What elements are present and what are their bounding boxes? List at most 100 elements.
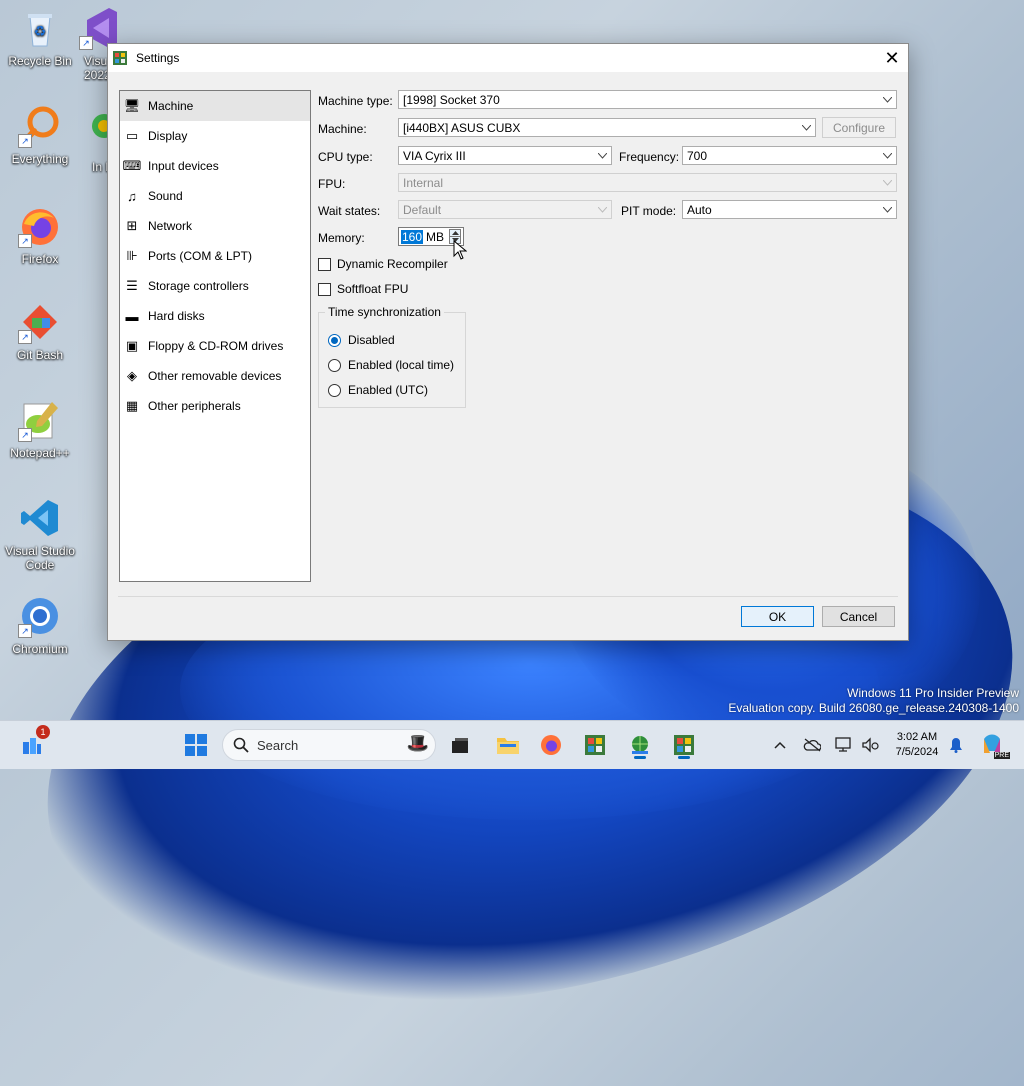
desktop-icon-in-do[interactable]: In Do: [78, 112, 108, 174]
network-app-taskbar-button[interactable]: [624, 729, 656, 761]
radio-selected-icon[interactable]: [328, 333, 341, 347]
nav-item-machine[interactable]: 🖥 Machine: [120, 91, 310, 121]
desktop-icon-label: Chromium: [12, 642, 68, 656]
onedrive-tray-button[interactable]: [798, 729, 826, 761]
chevron-down-icon: [881, 147, 893, 164]
desktop-icon-label: Firefox: [21, 252, 59, 266]
dynamic-recompiler-checkbox[interactable]: Dynamic Recompiler: [318, 257, 448, 271]
nav-item-other-peripherals[interactable]: ▦ Other peripherals: [120, 391, 310, 421]
desktop-icon-notepad-plus-plus[interactable]: ↗ Notepad++: [0, 398, 80, 460]
configure-button[interactable]: Configure: [822, 117, 896, 138]
machine-select[interactable]: [i440BX] ASUS CUBX: [398, 118, 816, 137]
nav-item-ports[interactable]: ⊪ Ports (COM & LPT): [120, 241, 310, 271]
softfloat-fpu-label: Softfloat FPU: [337, 282, 409, 296]
desktop-icon-recycle-bin[interactable]: ♻ Recycle Bin: [0, 6, 80, 68]
file-explorer-button[interactable]: [492, 729, 524, 761]
nav-item-label: Sound: [148, 189, 183, 203]
desktop-icon-vscode[interactable]: Visual Studio Code: [0, 496, 80, 572]
dynamic-recompiler-label: Dynamic Recompiler: [337, 257, 448, 271]
close-button[interactable]: ✕: [876, 44, 908, 72]
dialog-title: Settings: [136, 51, 180, 65]
nav-item-other-removable[interactable]: ◈ Other removable devices: [120, 361, 310, 391]
widgets-button[interactable]: 1: [16, 725, 50, 761]
frequency-label: Frequency:: [619, 150, 680, 164]
pit-mode-select[interactable]: Auto: [682, 200, 897, 219]
copilot-button[interactable]: PRE: [976, 729, 1010, 761]
cpu-type-value: VIA Cyrix III: [403, 148, 466, 163]
settings-category-list: 🖥 Machine ▭ Display ⌨ Input devices ♫ Sound …: [119, 90, 311, 582]
time-sync-utc-radio[interactable]: Enabled (UTC): [328, 383, 428, 397]
checkbox-box[interactable]: [318, 257, 331, 271]
shortcut-arrow-icon: ↗: [18, 624, 32, 638]
chevron-up-icon: [774, 741, 786, 749]
nav-item-display[interactable]: ▭ Display: [120, 121, 310, 151]
86box-manager-taskbar-button[interactable]: [579, 729, 611, 761]
start-button[interactable]: [180, 729, 212, 761]
wait-states-select[interactable]: Default: [398, 200, 612, 219]
memory-value[interactable]: 160: [401, 229, 424, 244]
fpu-select[interactable]: Internal: [398, 173, 897, 192]
cpu-type-select[interactable]: VIA Cyrix III: [398, 146, 612, 165]
time-sync-disabled-radio[interactable]: Disabled: [328, 333, 395, 347]
chevron-down-icon: [596, 201, 608, 218]
nav-item-network[interactable]: ⊞ Network: [120, 211, 310, 241]
desktop-icon-label: Recycle Bin: [8, 54, 72, 68]
settings-dialog: Settings ✕ 🖥 Machine ▭ Display ⌨ Input devi…: [107, 43, 909, 641]
svg-text:♻: ♻: [34, 23, 47, 39]
nav-item-label: Input devices: [148, 159, 219, 173]
volume-muted-icon: [862, 737, 879, 753]
softfloat-fpu-checkbox[interactable]: Softfloat FPU: [318, 282, 408, 296]
nav-item-label: Other peripherals: [148, 399, 241, 413]
floppy-cdrom-icon: ▣: [125, 338, 139, 353]
dialog-titlebar[interactable]: Settings ✕: [108, 44, 908, 72]
notification-badge: 1: [36, 725, 50, 739]
nav-item-storage-controllers[interactable]: ☰ Storage controllers: [120, 271, 310, 301]
frequency-select[interactable]: 700: [682, 146, 897, 165]
network-tray-button[interactable]: [830, 729, 858, 761]
storage-controllers-icon: ☰: [126, 278, 138, 293]
network-icon: ⊞: [126, 218, 138, 233]
time-sync-title: Time synchronization: [325, 305, 444, 319]
shortcut-arrow-icon: ↗: [18, 428, 32, 442]
increment-icon[interactable]: [449, 229, 461, 237]
taskbar-search-box[interactable]: Search 🎩: [222, 729, 436, 761]
desktop-icon-firefox[interactable]: ↗ Firefox: [0, 204, 80, 266]
active-app-indicator: [678, 756, 690, 759]
time-sync-local-radio[interactable]: Enabled (local time): [328, 358, 454, 372]
firefox-taskbar-button[interactable]: [535, 729, 567, 761]
nav-item-floppy-cdrom[interactable]: ▣ Floppy & CD-ROM drives: [120, 331, 310, 361]
cloud-offline-icon: [803, 738, 821, 752]
network-monitor-icon: [835, 737, 851, 752]
radio-label: Enabled (local time): [348, 358, 455, 372]
machine-type-select[interactable]: [1998] Socket 370: [398, 90, 897, 109]
checkbox-box[interactable]: [318, 282, 331, 296]
taskbar-clock[interactable]: 3:02 AM 7/5/2024: [888, 730, 946, 760]
clock-date: 7/5/2024: [895, 746, 939, 758]
nav-item-sound[interactable]: ♫ Sound: [120, 181, 310, 211]
nav-item-label: Floppy & CD-ROM drives: [148, 339, 284, 353]
desktop-icon-chromium[interactable]: ↗ Chromium: [0, 594, 80, 656]
cancel-button[interactable]: Cancel: [822, 606, 895, 627]
nav-item-hard-disks[interactable]: ▬ Hard disks: [120, 301, 310, 331]
task-view-button[interactable]: [444, 729, 476, 761]
desktop-icon-label: In Do: [92, 160, 108, 174]
nav-item-label: Display: [148, 129, 188, 143]
ok-button[interactable]: OK: [741, 606, 814, 627]
desktop-icon-label: Git Bash: [16, 348, 64, 362]
nav-item-input-devices[interactable]: ⌨ Input devices: [120, 151, 310, 181]
radio-icon[interactable]: [328, 358, 341, 372]
shortcut-arrow-icon: ↗: [79, 36, 93, 50]
chromium-icon: ↗: [18, 594, 62, 638]
radio-icon[interactable]: [328, 383, 341, 397]
desktop-icon-everything[interactable]: ↗ Everything: [0, 104, 80, 166]
notifications-button[interactable]: [942, 729, 970, 761]
86box-settings-taskbar-button[interactable]: [668, 729, 700, 761]
nav-item-label: Other removable devices: [148, 369, 282, 383]
desktop-icon-git-bash[interactable]: ↗ Git Bash: [0, 300, 80, 362]
mouse-cursor-icon: [453, 240, 467, 260]
cpu-type-label: CPU type:: [318, 150, 373, 164]
volume-tray-button[interactable]: [856, 729, 884, 761]
show-hidden-icons-button[interactable]: [766, 729, 794, 761]
folder-icon: [497, 738, 519, 754]
memory-label: Memory:: [318, 231, 365, 245]
